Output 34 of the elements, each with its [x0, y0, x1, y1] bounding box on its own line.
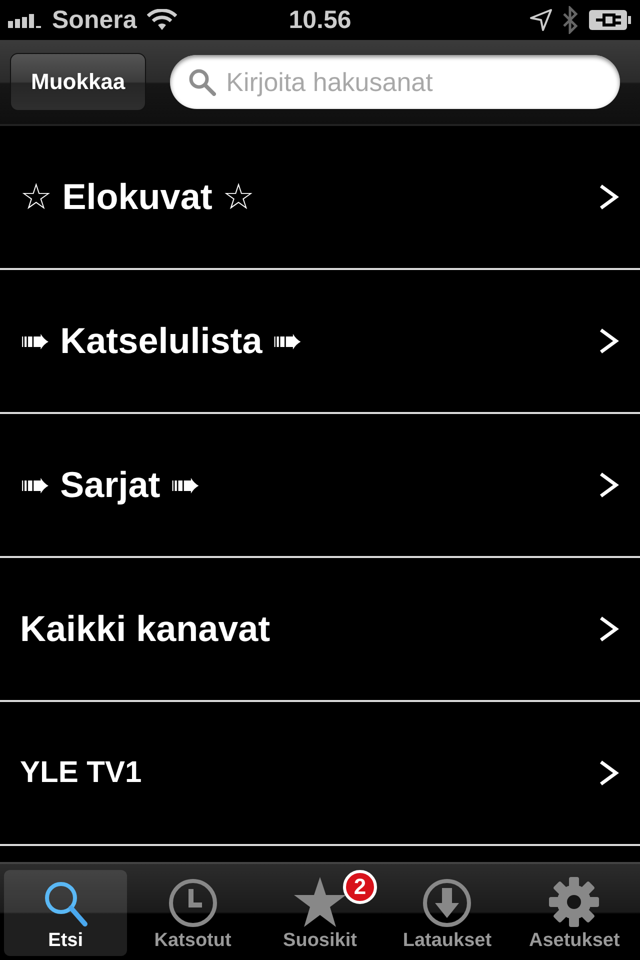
list-item[interactable]: ➠ Katselulista ➠: [0, 270, 640, 414]
chevron-icon: [598, 615, 620, 643]
item-label: Kaikki kanavat: [20, 608, 270, 650]
clock-time: 10.56: [288, 6, 352, 34]
tab[interactable]: Asetukset: [512, 870, 636, 956]
list-item[interactable]: ➠ Sarjat ➠: [0, 414, 640, 558]
tab[interactable]: Etsi: [4, 870, 128, 956]
tab[interactable]: Katsotut: [131, 870, 254, 956]
search-field[interactable]: Kirjoita hakusanat: [170, 55, 620, 109]
list-item[interactable]: YLE TV1: [0, 702, 640, 846]
list-item[interactable]: Kaikki kanavat: [0, 558, 640, 702]
clock-icon: [168, 878, 218, 928]
tab[interactable]: 2 Suosikit: [258, 870, 382, 956]
item-label: ☆ Elokuvat ☆: [20, 176, 255, 218]
tab[interactable]: Lataukset: [386, 870, 509, 956]
wifi-icon: [146, 9, 177, 31]
chevron-icon: [598, 183, 620, 211]
list-item[interactable]: ☆ Elokuvat ☆: [0, 126, 640, 270]
chevron-icon: [598, 471, 620, 499]
notification-badge: 2: [343, 870, 377, 904]
signal-icon: [8, 12, 42, 28]
settings-icon: [548, 876, 600, 928]
chevron-icon: [598, 759, 620, 787]
star-icon: [293, 876, 347, 928]
chevron-icon: [598, 327, 620, 355]
item-label: ➠ Sarjat ➠: [20, 464, 200, 506]
item-label: YLE TV1: [20, 756, 142, 790]
location-icon: [530, 9, 552, 31]
bluetooth-icon: [562, 6, 578, 34]
carrier-name: Sonera: [52, 6, 137, 34]
battery-icon: [588, 9, 632, 31]
item-label: ➠ Katselulista ➠: [20, 320, 302, 362]
download-icon: [422, 878, 472, 928]
edit-button[interactable]: Muokkaa: [10, 53, 146, 111]
